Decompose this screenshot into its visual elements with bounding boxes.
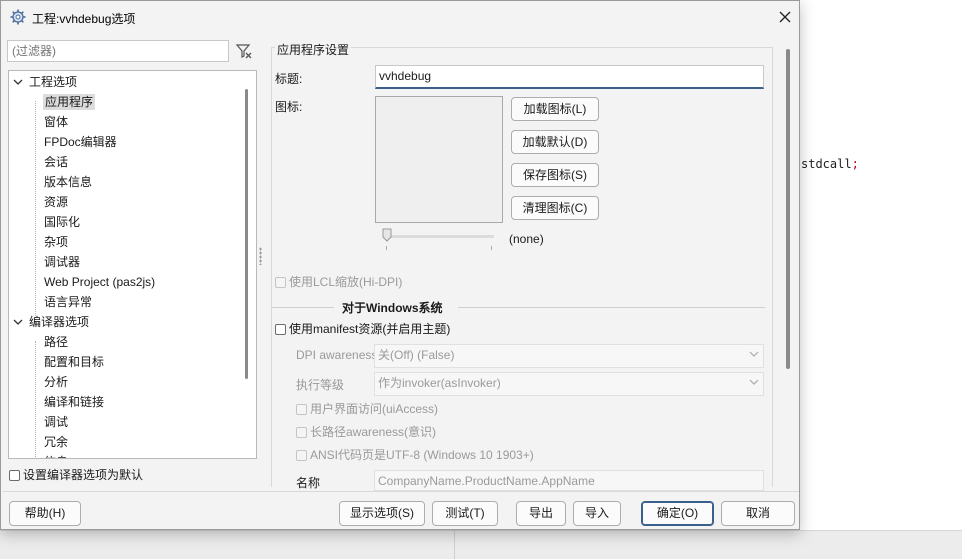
- background-code-line: stdcall;: [801, 157, 859, 171]
- app-gear-icon: [10, 9, 26, 25]
- test-button[interactable]: 测试(T): [432, 501, 498, 526]
- load-icon-button[interactable]: 加载图标(L): [511, 97, 599, 121]
- tree-item-config-target[interactable]: 配置和目标: [44, 352, 104, 372]
- close-button[interactable]: [771, 5, 799, 29]
- filter-clear-icon: [235, 44, 252, 59]
- dpi-awareness-label: DPI awareness: [296, 348, 374, 362]
- cancel-button[interactable]: 取消: [721, 501, 795, 526]
- checkbox-box: [275, 277, 286, 289]
- load-default-icon-button[interactable]: 加载默认(D): [511, 130, 599, 154]
- options-scrollbar[interactable]: [786, 49, 790, 369]
- name-label: 名称: [296, 476, 321, 490]
- app-settings-title: 应用程序设置: [275, 41, 352, 58]
- tree-item-verbosity[interactable]: 冗余: [44, 432, 68, 452]
- ok-button[interactable]: 确定(O): [641, 501, 714, 526]
- tree-item-debugger[interactable]: 调试器: [44, 252, 80, 272]
- footer-divider: [3, 491, 799, 492]
- help-button[interactable]: 帮助(H): [9, 501, 81, 526]
- filter-clear-button[interactable]: [234, 41, 254, 61]
- tree-guide-line: [35, 101, 36, 322]
- panel-splitter[interactable]: [259, 247, 262, 265]
- tree-item-i18n[interactable]: 国际化: [44, 212, 80, 232]
- chevron-down-icon: [13, 319, 23, 325]
- checkbox-box: [275, 324, 286, 336]
- close-icon: [779, 11, 791, 23]
- ui-access-checkbox[interactable]: 用户界面访问(uiAccess): [296, 401, 438, 417]
- checkbox-box: [296, 404, 307, 416]
- window-title: 工程:vvhdebug选项: [32, 12, 136, 26]
- long-path-checkbox[interactable]: 长路径awareness(意识): [296, 424, 436, 440]
- title-input[interactable]: vvhdebug: [375, 65, 764, 89]
- icon-label: 图标:: [275, 100, 303, 114]
- import-button[interactable]: 导入: [573, 501, 621, 526]
- tree-item-paths[interactable]: 路径: [44, 332, 68, 352]
- project-options-dialog: 工程:vvhdebug选项 工程选项 应用程序 窗体 FPDoc编辑器 会话 版…: [0, 0, 800, 530]
- name-input[interactable]: CompanyName.ProductName.AppName: [374, 470, 764, 491]
- tree-item-fpdoc-editor[interactable]: FPDoc编辑器: [44, 132, 117, 152]
- tree-item-debugging[interactable]: 调试: [44, 412, 68, 432]
- tree-item-web-project[interactable]: Web Project (pas2js): [44, 272, 155, 292]
- tree-item-resources[interactable]: 资源: [44, 192, 68, 212]
- background-statusbar: [0, 530, 962, 559]
- tree-scrollbar[interactable]: [245, 89, 248, 379]
- chevron-down-icon: [749, 379, 759, 385]
- windows-section-title: 对于Windows系统: [342, 301, 443, 315]
- tree-item-language-exceptions[interactable]: 语言异常: [44, 292, 92, 312]
- save-icon-button[interactable]: 保存图标(S): [511, 163, 599, 187]
- tree-item-messages[interactable]: 信息: [44, 452, 68, 458]
- title-bar: 工程:vvhdebug选项: [1, 1, 799, 33]
- filter-input[interactable]: [7, 40, 229, 62]
- options-tree[interactable]: 工程选项 应用程序 窗体 FPDoc编辑器 会话 版本信息 资源 国际化 杂项 …: [8, 70, 257, 459]
- set-compiler-default-checkbox[interactable]: 设置编译器选项为默认: [9, 467, 143, 483]
- icon-size-slider-track[interactable]: [384, 235, 494, 238]
- show-options-button[interactable]: 显示选项(S): [339, 501, 425, 526]
- icon-size-slider-thumb[interactable]: [382, 228, 392, 242]
- chevron-down-icon: [13, 79, 23, 85]
- tree-item-session[interactable]: 会话: [44, 152, 68, 172]
- export-button[interactable]: 导出: [516, 501, 566, 526]
- tree-item-compile-link[interactable]: 编译和链接: [44, 392, 104, 412]
- slider-ticks: [386, 246, 492, 250]
- chevron-down-icon: [749, 351, 759, 357]
- title-label: 标题:: [275, 72, 303, 86]
- execution-level-label: 执行等级: [296, 378, 345, 392]
- ansi-utf8-checkbox[interactable]: ANSI代码页是UTF-8 (Windows 10 1903+): [296, 447, 534, 463]
- section-divider: [458, 307, 765, 308]
- icon-preview: [375, 96, 503, 223]
- icon-size-value: (none): [509, 232, 544, 246]
- tree-item-miscellaneous[interactable]: 杂项: [44, 232, 68, 252]
- tree-item-forms[interactable]: 窗体: [44, 112, 68, 132]
- tree-item-version-info[interactable]: 版本信息: [44, 172, 92, 192]
- tree-item-application[interactable]: 应用程序: [43, 92, 96, 112]
- tree-guide-line: [35, 341, 36, 458]
- clear-icon-button[interactable]: 清理图标(C): [511, 196, 599, 220]
- checkbox-box: [296, 427, 307, 439]
- use-manifest-checkbox[interactable]: 使用manifest资源(并启用主题): [275, 321, 450, 337]
- lcl-scaling-checkbox[interactable]: 使用LCL缩放(Hi-DPI): [275, 274, 402, 290]
- dpi-awareness-select[interactable]: 关(Off) (False): [374, 344, 764, 368]
- checkbox-box: [296, 450, 307, 462]
- section-divider: [272, 307, 334, 308]
- execution-level-select[interactable]: 作为invoker(asInvoker): [374, 372, 764, 396]
- checkbox-box: [9, 470, 20, 482]
- tree-item-parsing[interactable]: 分析: [44, 372, 68, 392]
